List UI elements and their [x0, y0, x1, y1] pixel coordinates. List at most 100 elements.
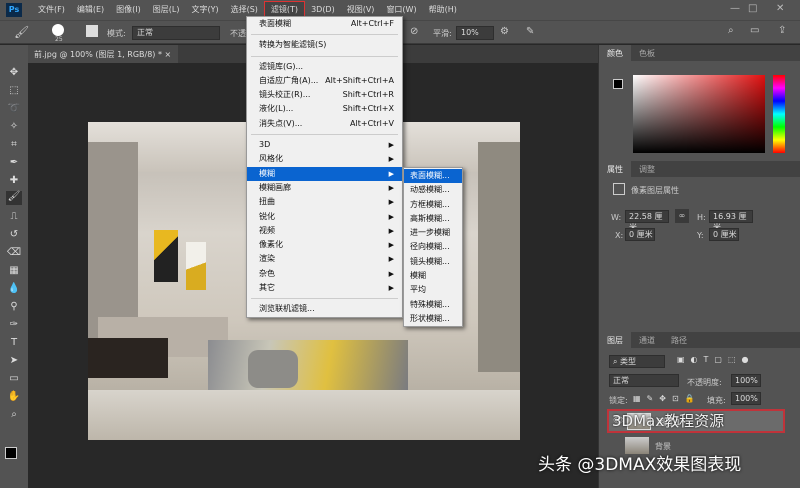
layer-filter-icons[interactable]: ▣◐T▢⬚●	[677, 355, 755, 364]
tab-adjustments[interactable]: 调整	[631, 161, 663, 177]
color-picker-field[interactable]	[633, 75, 765, 153]
blur-tool-icon[interactable]: 💧	[6, 283, 22, 297]
submenu-item-box-blur[interactable]: 方框模糊...	[404, 198, 462, 212]
submenu-item-surface-blur[interactable]: 表面模糊...	[404, 169, 462, 184]
menu-item-render[interactable]: 渲染 ▶	[247, 252, 402, 266]
healing-tool-icon[interactable]: ✚	[6, 175, 22, 189]
menu-item-last-filter[interactable]: 表面模糊 Alt+Ctrl+F	[247, 17, 402, 31]
close-tab-icon[interactable]: ×	[165, 50, 172, 59]
pressure-size-icon[interactable]: ✎	[526, 26, 534, 37]
menu-item-label: 视频	[259, 225, 275, 235]
tab-properties[interactable]: 属性	[599, 161, 631, 177]
stamp-tool-icon[interactable]: ⎍	[6, 211, 22, 225]
lock-icons[interactable]: ▦✎✥⊡🔒	[633, 394, 701, 403]
blend-mode-select[interactable]: 正常	[609, 374, 679, 387]
fill-label: 填充:	[707, 396, 726, 405]
close-button[interactable]: ✕	[776, 3, 784, 14]
submenu-item-gaussian-blur[interactable]: 高斯模糊...	[404, 212, 462, 226]
smooth-input[interactable]: 10%	[456, 26, 494, 40]
history-brush-icon[interactable]: ↺	[6, 229, 22, 243]
y-input[interactable]: 0 厘米	[709, 228, 739, 241]
fill-input[interactable]: 100%	[731, 392, 761, 405]
dodge-tool-icon[interactable]: ⚲	[6, 301, 22, 315]
tab-layers[interactable]: 图层	[599, 332, 631, 348]
marquee-tool-icon[interactable]: ⬚	[6, 85, 22, 99]
menu-separator	[251, 134, 398, 136]
gradient-tool-icon[interactable]: ▦	[6, 265, 22, 279]
maximize-button[interactable]: □	[748, 3, 757, 14]
menu-item-blur-gallery[interactable]: 模糊画廊 ▶	[247, 181, 402, 195]
brush-preset-icon[interactable]	[52, 24, 64, 36]
submenu-item-smart-blur[interactable]: 特殊模糊...	[404, 298, 462, 312]
menu-item-lens-correction[interactable]: 镜头校正(R)... Shift+Ctrl+R	[247, 88, 402, 102]
pressure-opacity-icon[interactable]: ⊘	[410, 26, 418, 37]
menu-item-convert-smart[interactable]: 转换为智能滤镜(S)	[247, 38, 402, 52]
hue-slider[interactable]	[773, 75, 785, 153]
foreground-swatch[interactable]	[613, 79, 623, 89]
menu-item-liquify[interactable]: 液化(L)... Shift+Ctrl+X	[247, 102, 402, 116]
menu-help[interactable]: 帮助(H)	[423, 2, 463, 18]
menu-edit[interactable]: 编辑(E)	[71, 2, 110, 18]
foreground-color[interactable]	[5, 447, 17, 459]
link-icon[interactable]: ∞	[675, 209, 689, 223]
menu-item-filter-gallery[interactable]: 滤镜库(G)...	[247, 60, 402, 74]
shape-tool-icon[interactable]: ▭	[6, 373, 22, 387]
menu-item-browse-online[interactable]: 浏览联机滤镜...	[247, 302, 402, 316]
minimize-button[interactable]: —	[730, 3, 740, 14]
menu-item-pixelate[interactable]: 像素化 ▶	[247, 238, 402, 252]
menu-separator	[251, 298, 398, 300]
menu-image[interactable]: 图像(I)	[110, 2, 147, 18]
hand-tool-icon[interactable]: ✋	[6, 391, 22, 405]
opacity-input[interactable]: 100%	[731, 374, 761, 387]
menu-item-noise[interactable]: 杂色 ▶	[247, 267, 402, 281]
type-tool-icon[interactable]: T	[6, 337, 22, 351]
layer-filter-select[interactable]: ⌕ 类型	[609, 355, 665, 368]
height-input[interactable]: 16.93 厘米	[709, 210, 753, 232]
menu-item-adaptive-wide[interactable]: 自适应广角(A)... Alt+Shift+Ctrl+A	[247, 74, 402, 88]
menu-type[interactable]: 文字(Y)	[185, 2, 224, 18]
mode-select[interactable]: 正常	[132, 26, 220, 40]
submenu-item-blur[interactable]: 模糊	[404, 269, 462, 283]
document-tab[interactable]: 前.jpg @ 100% (图层 1, RGB/8) * ×	[28, 45, 178, 63]
submenu-item-blur-more[interactable]: 进一步模糊	[404, 226, 462, 240]
share-icon[interactable]: ⇪	[778, 25, 786, 36]
menu-item-stylize[interactable]: 风格化 ▶	[247, 152, 402, 166]
menu-separator	[251, 55, 398, 57]
menu-file[interactable]: 文件(F)	[32, 2, 71, 18]
submenu-item-shape-blur[interactable]: 形状模糊...	[404, 312, 462, 326]
eraser-tool-icon[interactable]: ⌫	[6, 247, 22, 261]
menu-item-sharpen[interactable]: 锐化 ▶	[247, 210, 402, 224]
workspace-icon[interactable]: ▭	[750, 25, 759, 36]
menu-item-distort[interactable]: 扭曲 ▶	[247, 195, 402, 209]
tab-swatches[interactable]: 色板	[631, 45, 663, 61]
mode-label: 模式:	[107, 29, 126, 38]
menu-item-video[interactable]: 视频 ▶	[247, 224, 402, 238]
path-select-icon[interactable]: ➤	[6, 355, 22, 369]
tab-paths[interactable]: 路径	[663, 332, 695, 348]
gear-icon[interactable]: ⚙	[500, 26, 509, 37]
brush-icon[interactable]: 🖌	[14, 25, 29, 39]
quick-select-tool-icon[interactable]: ✧	[6, 121, 22, 135]
brush-panel-icon[interactable]	[86, 25, 98, 37]
menu-item-3d[interactable]: 3D ▶	[247, 138, 402, 152]
submenu-item-average[interactable]: 平均	[404, 283, 462, 297]
tab-channels[interactable]: 通道	[631, 332, 663, 348]
pen-tool-icon[interactable]: ✑	[6, 319, 22, 333]
menu-item-vanishing-point[interactable]: 消失点(V)... Alt+Ctrl+V	[247, 117, 402, 131]
menu-item-other[interactable]: 其它 ▶	[247, 281, 402, 295]
submenu-item-motion-blur[interactable]: 动感模糊...	[404, 183, 462, 197]
width-input[interactable]: 22.58 厘米	[625, 210, 669, 232]
x-input[interactable]: 0 厘米	[625, 228, 655, 241]
move-tool-icon[interactable]: ✥	[6, 67, 22, 81]
menu-item-blur[interactable]: 模糊 ▶	[247, 166, 402, 181]
search-icon[interactable]: ⌕	[728, 25, 734, 36]
brush-tool-icon[interactable]: 🖌	[6, 191, 22, 205]
menu-layer[interactable]: 图层(L)	[147, 2, 186, 18]
submenu-item-lens-blur[interactable]: 镜头模糊...	[404, 255, 462, 269]
lasso-tool-icon[interactable]: ➰	[6, 103, 22, 117]
eyedropper-tool-icon[interactable]: ✒	[6, 157, 22, 171]
submenu-item-radial-blur[interactable]: 径向模糊...	[404, 240, 462, 254]
tab-color[interactable]: 颜色	[599, 45, 631, 61]
crop-tool-icon[interactable]: ⌗	[6, 139, 22, 153]
zoom-tool-icon[interactable]: ⌕	[6, 409, 22, 423]
